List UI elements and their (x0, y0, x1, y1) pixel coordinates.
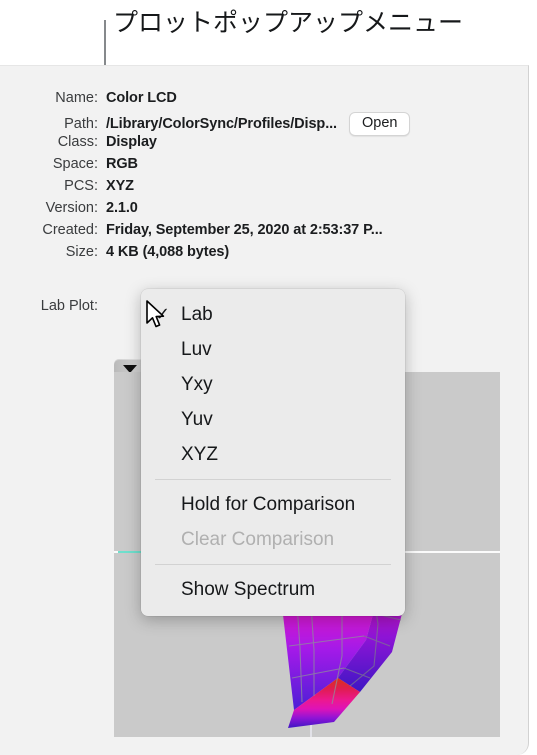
plot-popup-menu: ✓ Lab Luv Yxy Yuv XYZ Hold for Compariso… (141, 289, 405, 616)
info-label-class: Class: (57, 134, 98, 150)
menu-item-yuv[interactable]: Yuv (141, 402, 405, 437)
info-label-name: Name: (55, 90, 98, 106)
menu-item-yxy[interactable]: Yxy (141, 367, 405, 402)
info-row-path: Path: /Library/ColorSync/Profiles/Disp..… (0, 112, 528, 136)
menu-separator (155, 564, 391, 565)
info-label-version: Version: (45, 200, 98, 216)
menu-item-label: Lab (181, 303, 213, 325)
info-value-wrap-created: Friday, September 25, 2020 at 2:53:37 P.… (106, 222, 528, 238)
info-row-space: Space: RGB (0, 156, 528, 178)
info-row-size: Size: 4 KB (4,088 bytes) (0, 244, 528, 266)
menu-item-luv[interactable]: Luv (141, 332, 405, 367)
info-value-space: RGB (106, 156, 138, 172)
menu-item-label: Yuv (181, 408, 213, 430)
menu-item-label: Yxy (181, 373, 213, 395)
open-button[interactable]: Open (348, 112, 411, 136)
info-value-wrap-version: 2.1.0 (106, 200, 528, 216)
info-row-created: Created: Friday, September 25, 2020 at 2… (0, 222, 528, 244)
info-value-wrap-pcs: XYZ (106, 178, 528, 194)
menu-item-label: XYZ (181, 443, 218, 465)
menu-item-label: Show Spectrum (181, 578, 316, 600)
menu-item-show-spectrum[interactable]: Show Spectrum (141, 572, 405, 607)
info-value-path: /Library/ColorSync/Profiles/Disp... (106, 116, 337, 132)
info-label-created: Created: (42, 222, 98, 238)
info-value-class: Display (106, 134, 157, 150)
menu-item-lab[interactable]: ✓ Lab (141, 297, 405, 332)
info-row-class: Class: Display (0, 134, 528, 156)
menu-item-label: Hold for Comparison (181, 493, 356, 515)
info-value-created: Friday, September 25, 2020 at 2:53:37 P.… (106, 222, 383, 238)
info-value-wrap-path: /Library/ColorSync/Profiles/Disp... Open (106, 112, 528, 136)
callout-label: プロットポップアップメニュー (113, 8, 464, 37)
info-label-path: Path: (64, 116, 98, 132)
info-value-wrap-size: 4 KB (4,088 bytes) (106, 244, 528, 260)
info-value-wrap-class: Display (106, 134, 528, 150)
info-label-pcs: PCS: (64, 178, 98, 194)
info-row-pcs: PCS: XYZ (0, 178, 528, 200)
menu-item-label: Clear Comparison (181, 528, 335, 550)
menu-item-clear-comparison: Clear Comparison (141, 522, 405, 557)
info-value-name: Color LCD (106, 90, 177, 106)
menu-item-label: Luv (181, 338, 212, 360)
info-value-wrap-space: RGB (106, 156, 528, 172)
menu-item-xyz[interactable]: XYZ (141, 437, 405, 472)
menu-item-hold-for-comparison[interactable]: Hold for Comparison (141, 487, 405, 522)
info-value-wrap-name: Color LCD (106, 90, 528, 106)
info-value-size: 4 KB (4,088 bytes) (106, 244, 230, 260)
info-row-name: Name: Color LCD (0, 90, 528, 112)
info-value-pcs: XYZ (106, 178, 134, 194)
info-label-space: Space: (52, 156, 98, 172)
info-value-version: 2.1.0 (106, 200, 138, 216)
lab-plot-row: Lab Plot: (0, 296, 106, 316)
profile-info-table: Name: Color LCD Path: /Library/ColorSync… (0, 90, 528, 266)
info-label-size: Size: (65, 244, 98, 260)
lab-plot-label: Lab Plot: (40, 298, 98, 314)
menu-separator (155, 479, 391, 480)
info-row-version: Version: 2.1.0 (0, 200, 528, 222)
checkmark-icon: ✓ (155, 304, 171, 324)
